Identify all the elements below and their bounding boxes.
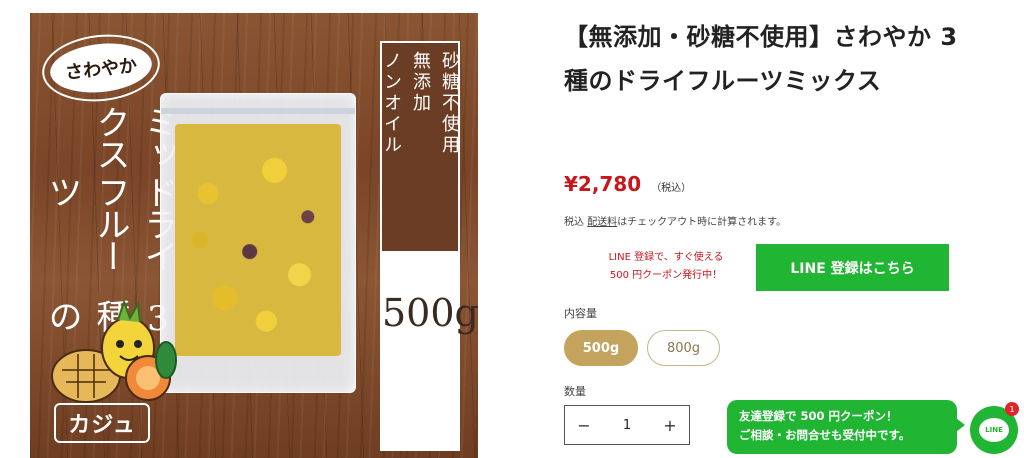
line-icon: LINE xyxy=(979,418,1009,442)
variant-option-800g[interactable]: 800g xyxy=(647,330,720,366)
feature-text: 砂糖不使用 xyxy=(439,51,460,156)
quantity-label: 数量 xyxy=(564,385,586,398)
product-bag-illustration xyxy=(160,93,356,393)
line-register-button[interactable]: LINE 登録はこちら xyxy=(756,244,949,291)
product-image[interactable]: さわやか 3種の ドライフルーツ ミックス 砂糖不使用 無添加 ノンオイル 50… xyxy=(30,13,478,458)
quantity-stepper: − 1 + xyxy=(564,405,690,445)
flavor-badge-text: さわやか xyxy=(64,55,139,84)
brand-logo: カジュ xyxy=(54,403,150,443)
product-title: 【無添加・砂糖不使用】さわやか 3種のドライフルーツミックス xyxy=(564,23,958,95)
dried-fruit-illustration xyxy=(175,124,341,356)
weight-text: 500g xyxy=(382,291,478,335)
feature-text: ノンオイル xyxy=(381,51,402,156)
variant-label: 内容量 xyxy=(564,307,597,320)
mascot-illustration xyxy=(51,299,177,403)
line-promo-text: LINE 登録で、すぐ使える 500 円クーポン発行中！ xyxy=(608,252,724,281)
tax-included-label: （税込） xyxy=(651,183,692,194)
shipping-link[interactable]: 配送料 xyxy=(587,217,617,228)
variant-option-500g[interactable]: 500g xyxy=(564,330,638,366)
shipping-note: 税込 配送料はチェックアウト時に計算されます。 xyxy=(564,217,787,228)
feature-panel: 砂糖不使用 無添加 ノンオイル 500g xyxy=(380,41,478,451)
product-price: ¥2,780 xyxy=(564,172,642,196)
quantity-increase-button[interactable]: + xyxy=(651,406,689,444)
notification-badge: 1 xyxy=(1005,402,1019,416)
quantity-decrease-button[interactable]: − xyxy=(565,406,603,444)
line-chat-bubble[interactable]: 友達登録で 500 円クーポン！ ご相談・お問合せも受付中です。 xyxy=(727,400,965,454)
quantity-input[interactable]: 1 xyxy=(603,418,651,433)
price-row: ¥2,780 （税込） xyxy=(564,172,691,196)
feature-text: 無添加 xyxy=(410,51,431,114)
flavor-badge: さわやか xyxy=(38,29,164,107)
